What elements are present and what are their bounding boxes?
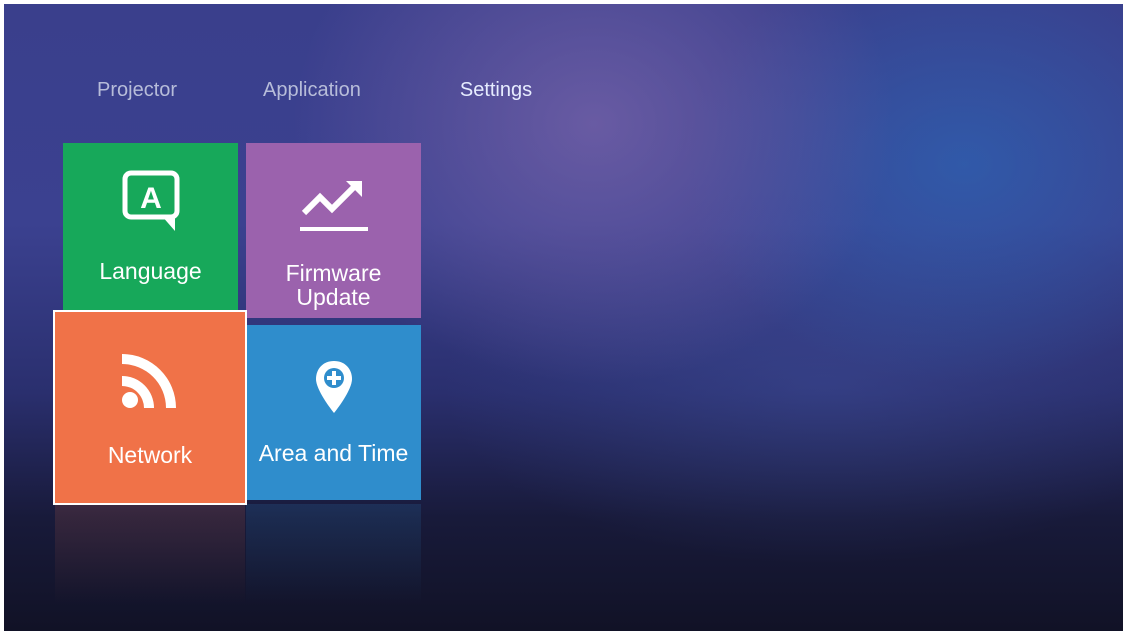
network-tile-reflection xyxy=(55,504,245,604)
area-and-time-tile[interactable]: Area and Time xyxy=(246,325,421,500)
firmware-label-line1: Firmware xyxy=(285,260,382,286)
trend-up-icon xyxy=(294,175,374,240)
firmware-update-tile[interactable]: Firmware Update xyxy=(246,143,421,318)
area-and-time-label: Area and Time xyxy=(258,440,409,466)
network-tile[interactable]: Network xyxy=(53,310,247,505)
location-pin-icon xyxy=(314,359,354,420)
tab-settings[interactable]: Settings xyxy=(416,72,576,108)
language-icon-glyph: A xyxy=(140,182,162,215)
firmware-label-line2: Update xyxy=(296,284,371,310)
tab-application[interactable]: Application xyxy=(263,72,361,108)
tab-application-label: Application xyxy=(263,79,361,101)
network-label: Network xyxy=(107,442,193,468)
language-label: Language xyxy=(99,258,202,284)
tab-projector[interactable]: Projector xyxy=(97,72,177,108)
tab-projector-label: Projector xyxy=(97,79,178,101)
top-tab-bar: Projector Application Settings xyxy=(4,72,704,108)
area-tile-reflection xyxy=(246,504,421,604)
rss-signal-icon xyxy=(120,350,180,415)
language-tile[interactable]: A Language xyxy=(63,143,238,318)
projector-home-screen: Projector Application Settings A Languag… xyxy=(4,4,1123,631)
language-icon: A xyxy=(121,169,181,244)
tab-settings-label: Settings xyxy=(459,79,533,101)
firmware-update-label: Firmware Update xyxy=(246,261,421,309)
